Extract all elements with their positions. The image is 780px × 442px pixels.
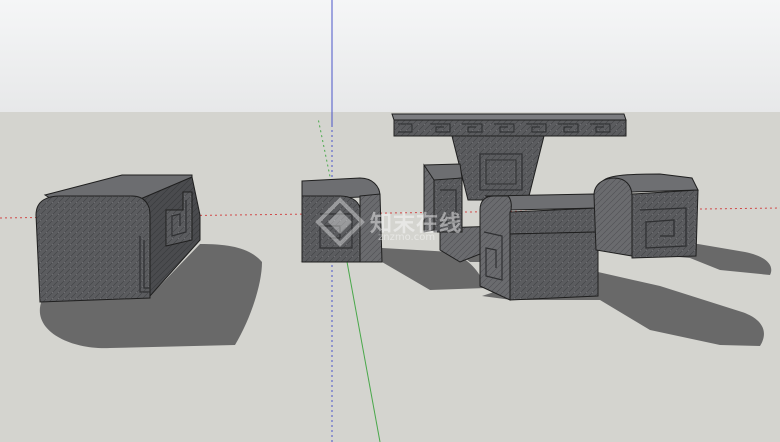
bench-front — [35, 195, 151, 303]
3d-model-viewport[interactable]: 知末在线 znzmo.com — [0, 0, 780, 442]
table-top — [391, 113, 627, 121]
stone-stool-right[interactable] — [593, 173, 699, 259]
stone-stool-back[interactable] — [423, 163, 463, 233]
scene-canvas[interactable] — [0, 0, 780, 442]
sky — [0, 0, 780, 112]
table-apron — [393, 119, 627, 137]
